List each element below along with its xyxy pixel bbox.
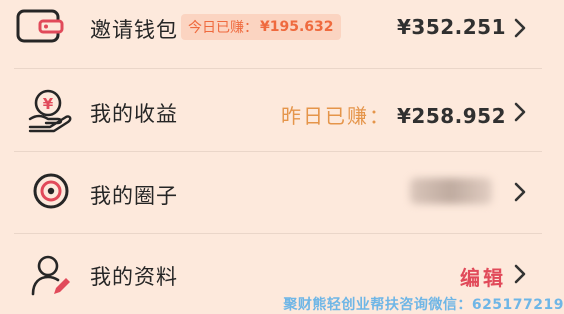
chevron-right-icon [514, 182, 526, 206]
edit-link[interactable]: 编辑 [460, 262, 506, 291]
earnings-label: 我的收益 [90, 102, 178, 126]
wallet-icon [16, 9, 64, 47]
money-hand-icon: ¥ [28, 87, 74, 137]
chevron-right-icon [514, 102, 526, 126]
blurred-circle-name [410, 178, 492, 204]
menu-item-wallet[interactable]: 邀请钱包 今日已赚： ¥195.632 ¥352.251 [0, 0, 564, 66]
wallet-label: 邀请钱包 [90, 18, 178, 42]
yesterday-earned-label: 昨日已赚： [280, 104, 391, 128]
svg-text:¥: ¥ [43, 95, 54, 113]
menu-item-earnings[interactable]: ¥ 我的收益 昨日已赚： ¥258.952 [0, 69, 564, 151]
wallet-balance: ¥352.251 [396, 15, 506, 39]
profile-label: 我的资料 [90, 265, 178, 289]
chevron-right-icon [514, 264, 526, 288]
chevron-right-icon [514, 18, 526, 42]
today-earned-label: 今日已赚： [188, 20, 258, 36]
circle-target-icon [32, 172, 70, 214]
earnings-value: 昨日已赚： ¥258.952 [281, 100, 506, 129]
user-edit-icon [30, 254, 74, 302]
today-earned-badge: 今日已赚： ¥195.632 [181, 14, 341, 40]
watermark-text: 聚财熊轻创业帮扶咨询微信：625177219 [283, 297, 564, 313]
today-earned-value: ¥195.632 [260, 19, 334, 35]
circle-label: 我的圈子 [90, 184, 178, 208]
yesterday-earned-amount: ¥258.952 [396, 104, 506, 128]
